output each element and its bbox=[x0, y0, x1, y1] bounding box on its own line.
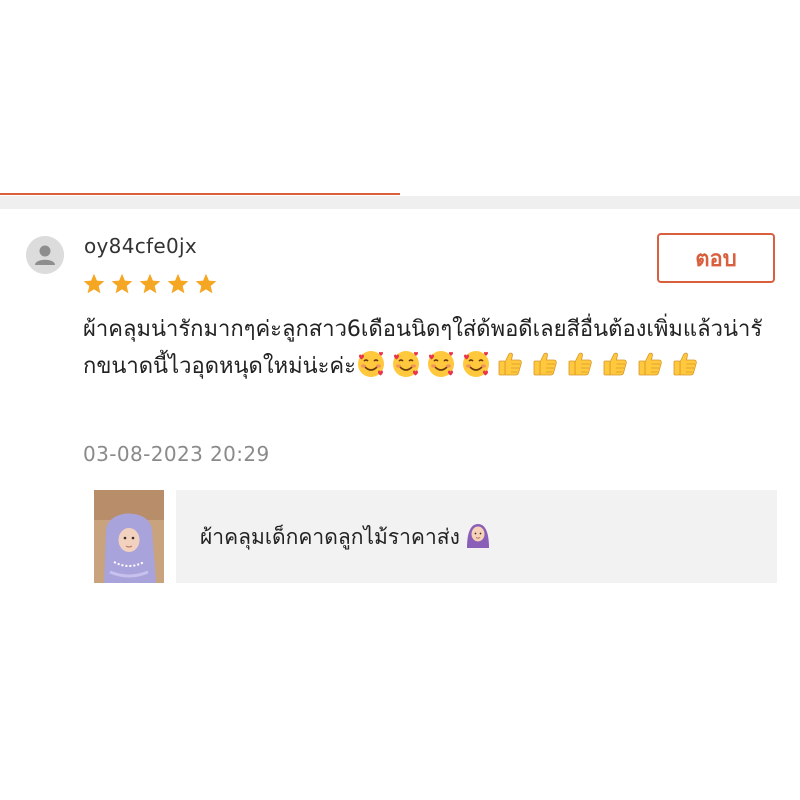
product-card[interactable]: ผ้าคลุมเด็กคาดลูกไม้ราคาส่ง bbox=[176, 490, 777, 583]
star-icon bbox=[139, 273, 161, 294]
smiling-face-with-hearts-icon bbox=[392, 351, 419, 377]
review-text: ผ้าคลุมน่ารักมากๆค่ะลูกสาว6เดือนนิดๆใส่ด… bbox=[83, 311, 773, 385]
star-icon bbox=[111, 273, 133, 294]
review-username: oy84cfe0jx bbox=[84, 234, 197, 258]
smiling-face-with-hearts-icon bbox=[357, 351, 384, 377]
thumbs-up-icon bbox=[498, 352, 522, 376]
reply-button[interactable]: ตอบ bbox=[657, 233, 775, 283]
active-tab-underline bbox=[0, 193, 400, 195]
thumbs-up-icon bbox=[533, 352, 557, 376]
product-thumbnail[interactable] bbox=[94, 490, 164, 583]
thumbs-up-icon bbox=[673, 352, 697, 376]
thumbs-up-icon bbox=[638, 352, 662, 376]
thumbs-up-icon bbox=[568, 352, 592, 376]
user-avatar-icon[interactable] bbox=[26, 236, 64, 274]
thumbs-up-icon bbox=[603, 352, 627, 376]
star-icon bbox=[83, 273, 105, 294]
woman-with-headscarf-icon bbox=[466, 524, 489, 548]
smiling-face-with-hearts-icon bbox=[462, 351, 489, 377]
review-emojis bbox=[356, 351, 706, 379]
star-rating bbox=[82, 272, 218, 296]
top-blank-area bbox=[0, 0, 800, 194]
star-icon bbox=[167, 273, 189, 294]
smiling-face-with-hearts-icon bbox=[427, 351, 454, 377]
section-separator bbox=[0, 196, 800, 209]
product-title-text: ผ้าคลุมเด็กคาดลูกไม้ราคาส่ง bbox=[200, 525, 460, 549]
star-icon bbox=[195, 273, 217, 294]
review-timestamp: 03-08-2023 20:29 bbox=[83, 442, 270, 466]
product-title: ผ้าคลุมเด็กคาดลูกไม้ราคาส่ง bbox=[200, 521, 492, 554]
